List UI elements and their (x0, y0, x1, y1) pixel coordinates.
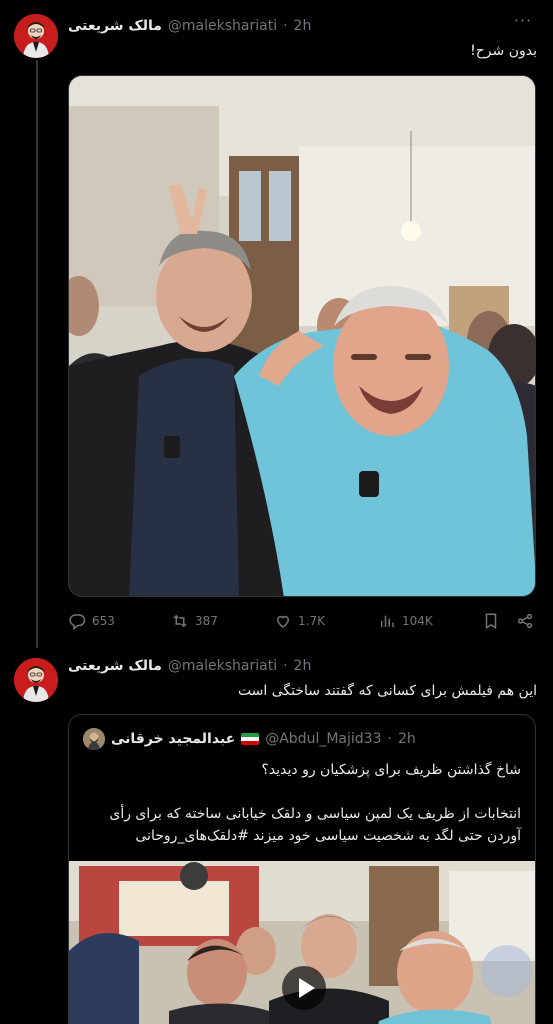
author-handle[interactable]: @malekshariati (168, 18, 277, 34)
quoted-tweet-header: عبدالمجید خرقانی @Abdul_Majid33 · 2h (83, 728, 416, 750)
repost-count: 387 (195, 614, 218, 628)
views-count: 104K (402, 614, 433, 628)
quoted-tweet-text: شاخ گذاشتن ظریف برای پزشکیان رو دیدید؟ ا… (81, 759, 521, 847)
like-count: 1.7K (298, 614, 325, 628)
heart-icon (276, 615, 290, 628)
tweet-text: این هم فیلمش برای کسانی که گفتند ساختگی … (237, 683, 537, 699)
repost-icon (173, 614, 187, 628)
quoted-text-line: شاخ گذاشتن ظریف برای پزشکیان رو دیدید؟ (261, 762, 521, 778)
bookmark-button[interactable] (482, 610, 500, 632)
tweet-actions: 653 387 1.7K 104K (68, 610, 538, 632)
tweet-image[interactable] (68, 75, 536, 597)
quoted-avatar[interactable] (83, 728, 105, 750)
tweet-text: بدون شرح! (470, 43, 537, 59)
timestamp[interactable]: 2h (294, 18, 312, 34)
quoted-text-line: انتخابات از ظریف یک لمپن سیاسی و دلقک خی… (109, 806, 521, 844)
tweet-header: مالک شریعتی @malekshariati · 2h (68, 15, 311, 37)
separator: · (283, 658, 288, 674)
share-icon (517, 613, 533, 629)
separator: · (283, 18, 288, 34)
reply-icon (69, 614, 86, 630)
reply-count: 653 (92, 614, 115, 628)
avatar[interactable] (14, 14, 58, 58)
more-options-icon[interactable]: ··· (511, 13, 535, 34)
bookmark-icon (485, 613, 497, 630)
author-handle[interactable]: @malekshariati (168, 658, 277, 674)
timestamp[interactable]: 2h (294, 658, 312, 674)
separator: · (387, 731, 392, 747)
repost-button[interactable]: 387 (171, 610, 218, 632)
tweet[interactable]: مالک شریعتی @malekshariati · 2h ··· بدون… (0, 0, 553, 650)
quoted-tweet[interactable]: عبدالمجید خرقانی @Abdul_Majid33 · 2h شاخ… (68, 714, 536, 1024)
avatar[interactable] (14, 658, 58, 702)
quoted-author-name[interactable]: عبدالمجید خرقانی (111, 731, 235, 747)
share-button[interactable] (516, 610, 534, 632)
author-name[interactable]: مالک شریعتی (68, 18, 162, 34)
play-icon (299, 978, 315, 998)
tweet[interactable]: مالک شریعتی @malekshariati · 2h این هم ف… (0, 650, 553, 1024)
like-button[interactable]: 1.7K (274, 610, 325, 632)
iran-flag-icon (241, 733, 260, 745)
quoted-video[interactable] (69, 861, 535, 1024)
quoted-timestamp[interactable]: 2h (398, 731, 416, 747)
author-name[interactable]: مالک شریعتی (68, 658, 162, 674)
reply-button[interactable]: 653 (68, 610, 115, 632)
views-button[interactable]: 104K (378, 610, 433, 632)
play-button[interactable] (282, 966, 326, 1010)
tweet-header: مالک شریعتی @malekshariati · 2h (68, 655, 311, 677)
views-icon (381, 615, 394, 627)
quoted-author-handle[interactable]: @Abdul_Majid33 (265, 731, 381, 747)
